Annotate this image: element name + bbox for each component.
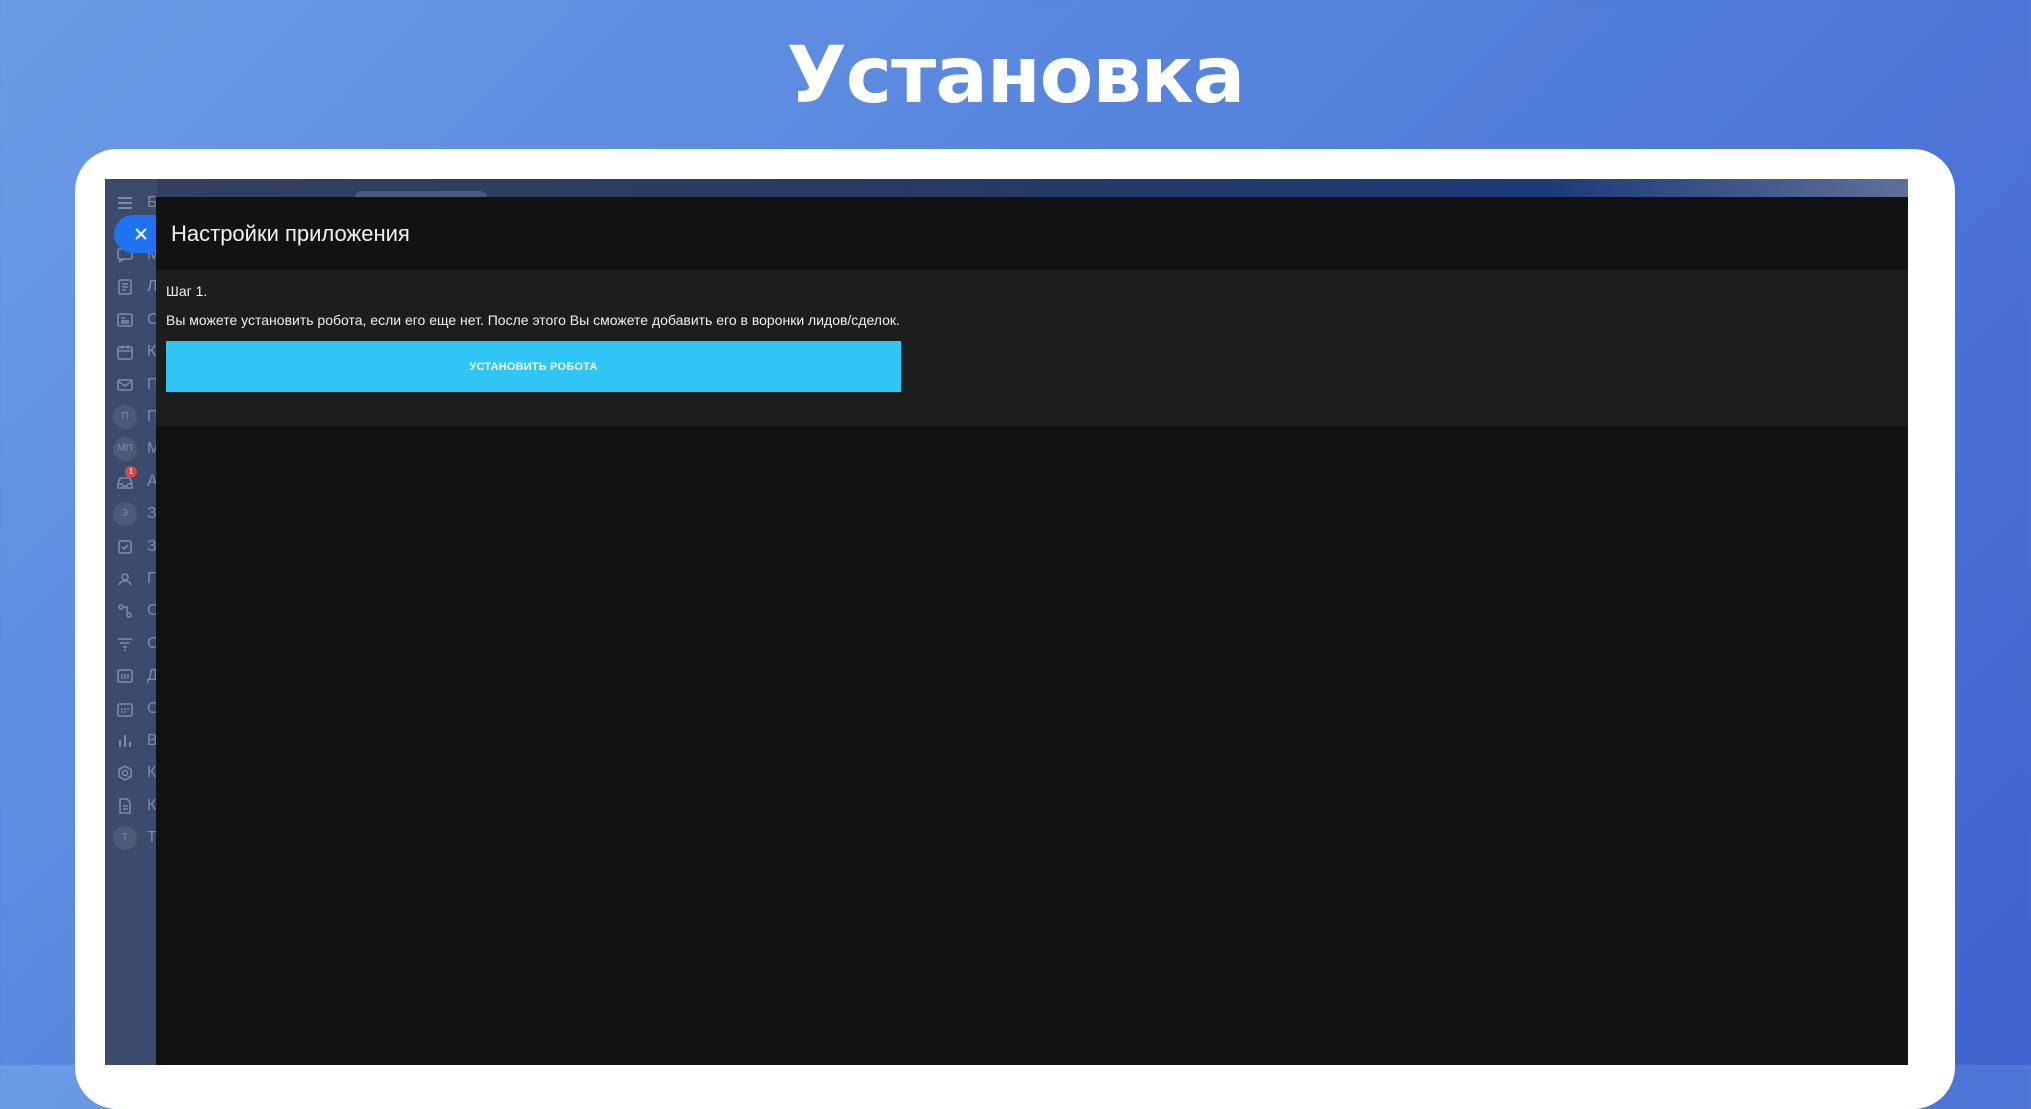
document-icon[interactable] [113,794,137,818]
panel-header: Настройки приложения [156,197,1908,270]
checkbox-icon[interactable] [113,535,137,559]
avatar-icon[interactable]: Т [113,826,137,851]
app-screen: Б М5ЛСКПППМПМА1ЗЗЗГССДОВККТТ Настройки п… [105,179,1908,1065]
sidebar-avatar-initials: МП [113,437,137,462]
funnel-icon[interactable] [113,632,137,656]
app-settings-panel: Настройки приложения Шаг 1. Вы можете ус… [156,197,1908,1065]
flow-icon[interactable] [113,599,137,623]
board-icon[interactable] [113,664,137,688]
banner-title: Установка [786,31,1246,121]
step-label: Шаг 1. [166,283,208,299]
close-panel-button[interactable] [114,215,162,253]
menu-icon[interactable] [113,191,137,215]
sidebar-item-label: К [147,796,157,814]
mail-icon[interactable] [113,373,137,397]
feed-icon[interactable] [113,275,137,299]
step-card: Шаг 1. Вы можете установить робота, если… [156,270,1908,426]
notification-badge: 1 [125,465,137,478]
panel-title: Настройки приложения [171,220,410,246]
sidebar-avatar-initials: П [113,405,137,429]
avatar-icon[interactable]: П [113,405,137,429]
hexagon-icon[interactable] [113,761,137,785]
sidebar-avatar-initials: Т [113,826,137,851]
sidebar-item-label: К [147,343,157,361]
calendar-icon[interactable] [113,340,137,364]
install-robot-button[interactable]: УСТАНОВИТЬ РОБОТА [166,341,901,392]
sidebar-avatar-initials: З [113,502,137,527]
close-icon [135,228,147,240]
left-sidebar: Б М5ЛСКПППМПМА1ЗЗЗГССДОВККТТ [105,179,160,1065]
sidebar-item-label: Г [147,570,156,587]
chart-icon[interactable] [113,729,137,753]
step-description: Вы можете установить робота, если его ещ… [166,312,900,328]
avatar-icon[interactable]: З [113,502,137,527]
sidebar-item-label: К [147,764,157,782]
schedule-icon[interactable] [113,697,137,721]
avatar-icon[interactable]: МП [113,437,137,462]
contacts-icon[interactable] [113,567,137,591]
news-icon[interactable] [113,308,137,332]
